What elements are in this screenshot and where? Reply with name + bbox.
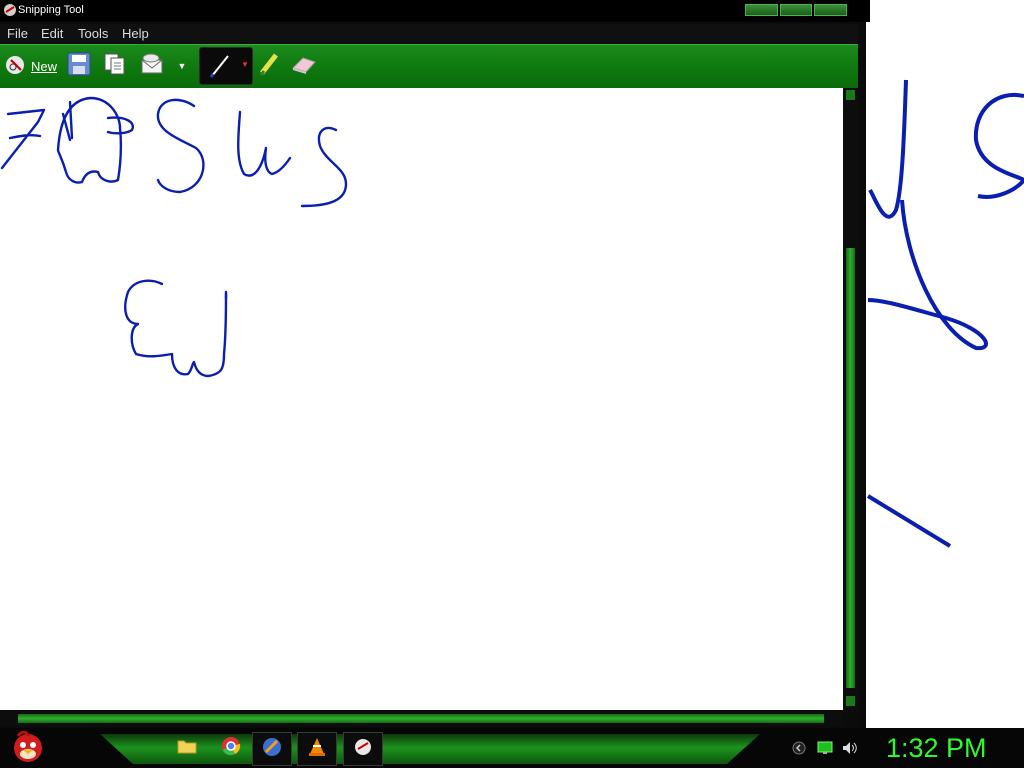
highlighter-button[interactable] [256,51,282,82]
menu-help[interactable]: Help [122,26,149,41]
start-button[interactable] [4,730,48,764]
snipping-tool-icon [3,3,18,18]
copy-button[interactable] [102,53,128,79]
background-ink-stroke [868,79,908,219]
volume-icon[interactable] [841,740,859,756]
background-window-canvas [866,0,1024,728]
toolbar: New ▼ ▼ [0,44,858,89]
eraser-icon [290,53,318,80]
scissors-icon [5,54,27,79]
menu-bar: File Edit Tools Help [0,24,858,43]
dropdown-arrow-icon: ▼ [177,61,187,71]
horizontal-scroll-thumb[interactable] [18,714,824,723]
snipping-tool-window: Snipping Tool File Edit Tools Help New ▼… [0,0,870,728]
save-button[interactable] [66,52,92,81]
minimize-button[interactable] [745,4,778,16]
ink-stroke [61,100,74,142]
horizontal-scrollbar[interactable] [0,711,843,726]
folder-icon [177,737,197,760]
taskbar-vlc[interactable] [297,732,337,766]
background-ink-stroke [867,199,988,351]
send-dropdown-button[interactable]: ▼ [176,53,188,79]
window-title: Snipping Tool [18,4,84,16]
app-icon [261,736,283,763]
ink-stroke [0,108,46,170]
taskbar-app[interactable] [252,732,292,766]
start-orb-angry-bird-icon [6,728,46,769]
maximize-button[interactable] [779,4,813,16]
copy-icon [103,52,127,81]
snipping-tool-icon [352,737,374,762]
taskbar-folder[interactable] [168,732,206,764]
chrome-icon [221,736,241,761]
send-email-icon [140,52,166,81]
ink-stroke [237,110,292,177]
background-ink-stroke [866,494,952,548]
network-icon[interactable] [817,741,833,755]
send-snip-button[interactable] [139,53,167,79]
ink-stroke [124,279,228,378]
taskbar-clock[interactable]: 1:32 PM [886,733,996,763]
pen-button[interactable]: ▼ [199,47,253,85]
vlc-icon [307,737,327,762]
vertical-scrollbar[interactable] [843,88,858,710]
save-icon [67,52,91,81]
ink-stroke [300,126,348,208]
show-hidden-icon[interactable] [792,741,806,755]
menu-edit[interactable]: Edit [41,26,63,41]
ink-stroke [56,96,123,184]
highlighter-icon [257,51,281,82]
ink-stroke [156,98,205,194]
eraser-button[interactable] [289,53,319,79]
background-ink-stroke [973,92,1024,199]
taskbar [0,728,1024,768]
menu-tools[interactable]: Tools [78,26,108,41]
menu-file[interactable]: File [7,26,28,41]
pen-dropdown-arrow-icon[interactable]: ▼ [241,60,249,69]
pen-icon [206,52,236,85]
title-bar[interactable]: Snipping Tool [0,0,870,22]
scroll-down-arrow-icon[interactable] [846,696,855,706]
scroll-up-arrow-icon[interactable] [846,90,855,100]
markup-canvas[interactable] [0,88,843,710]
new-label: New [30,58,57,74]
new-snip-button[interactable]: New [2,53,60,79]
window-controls [745,4,848,16]
vertical-scroll-thumb[interactable] [846,248,855,688]
taskbar-snipping-tool[interactable] [343,732,383,766]
taskbar-chrome[interactable] [212,732,250,764]
close-button[interactable] [814,4,848,16]
